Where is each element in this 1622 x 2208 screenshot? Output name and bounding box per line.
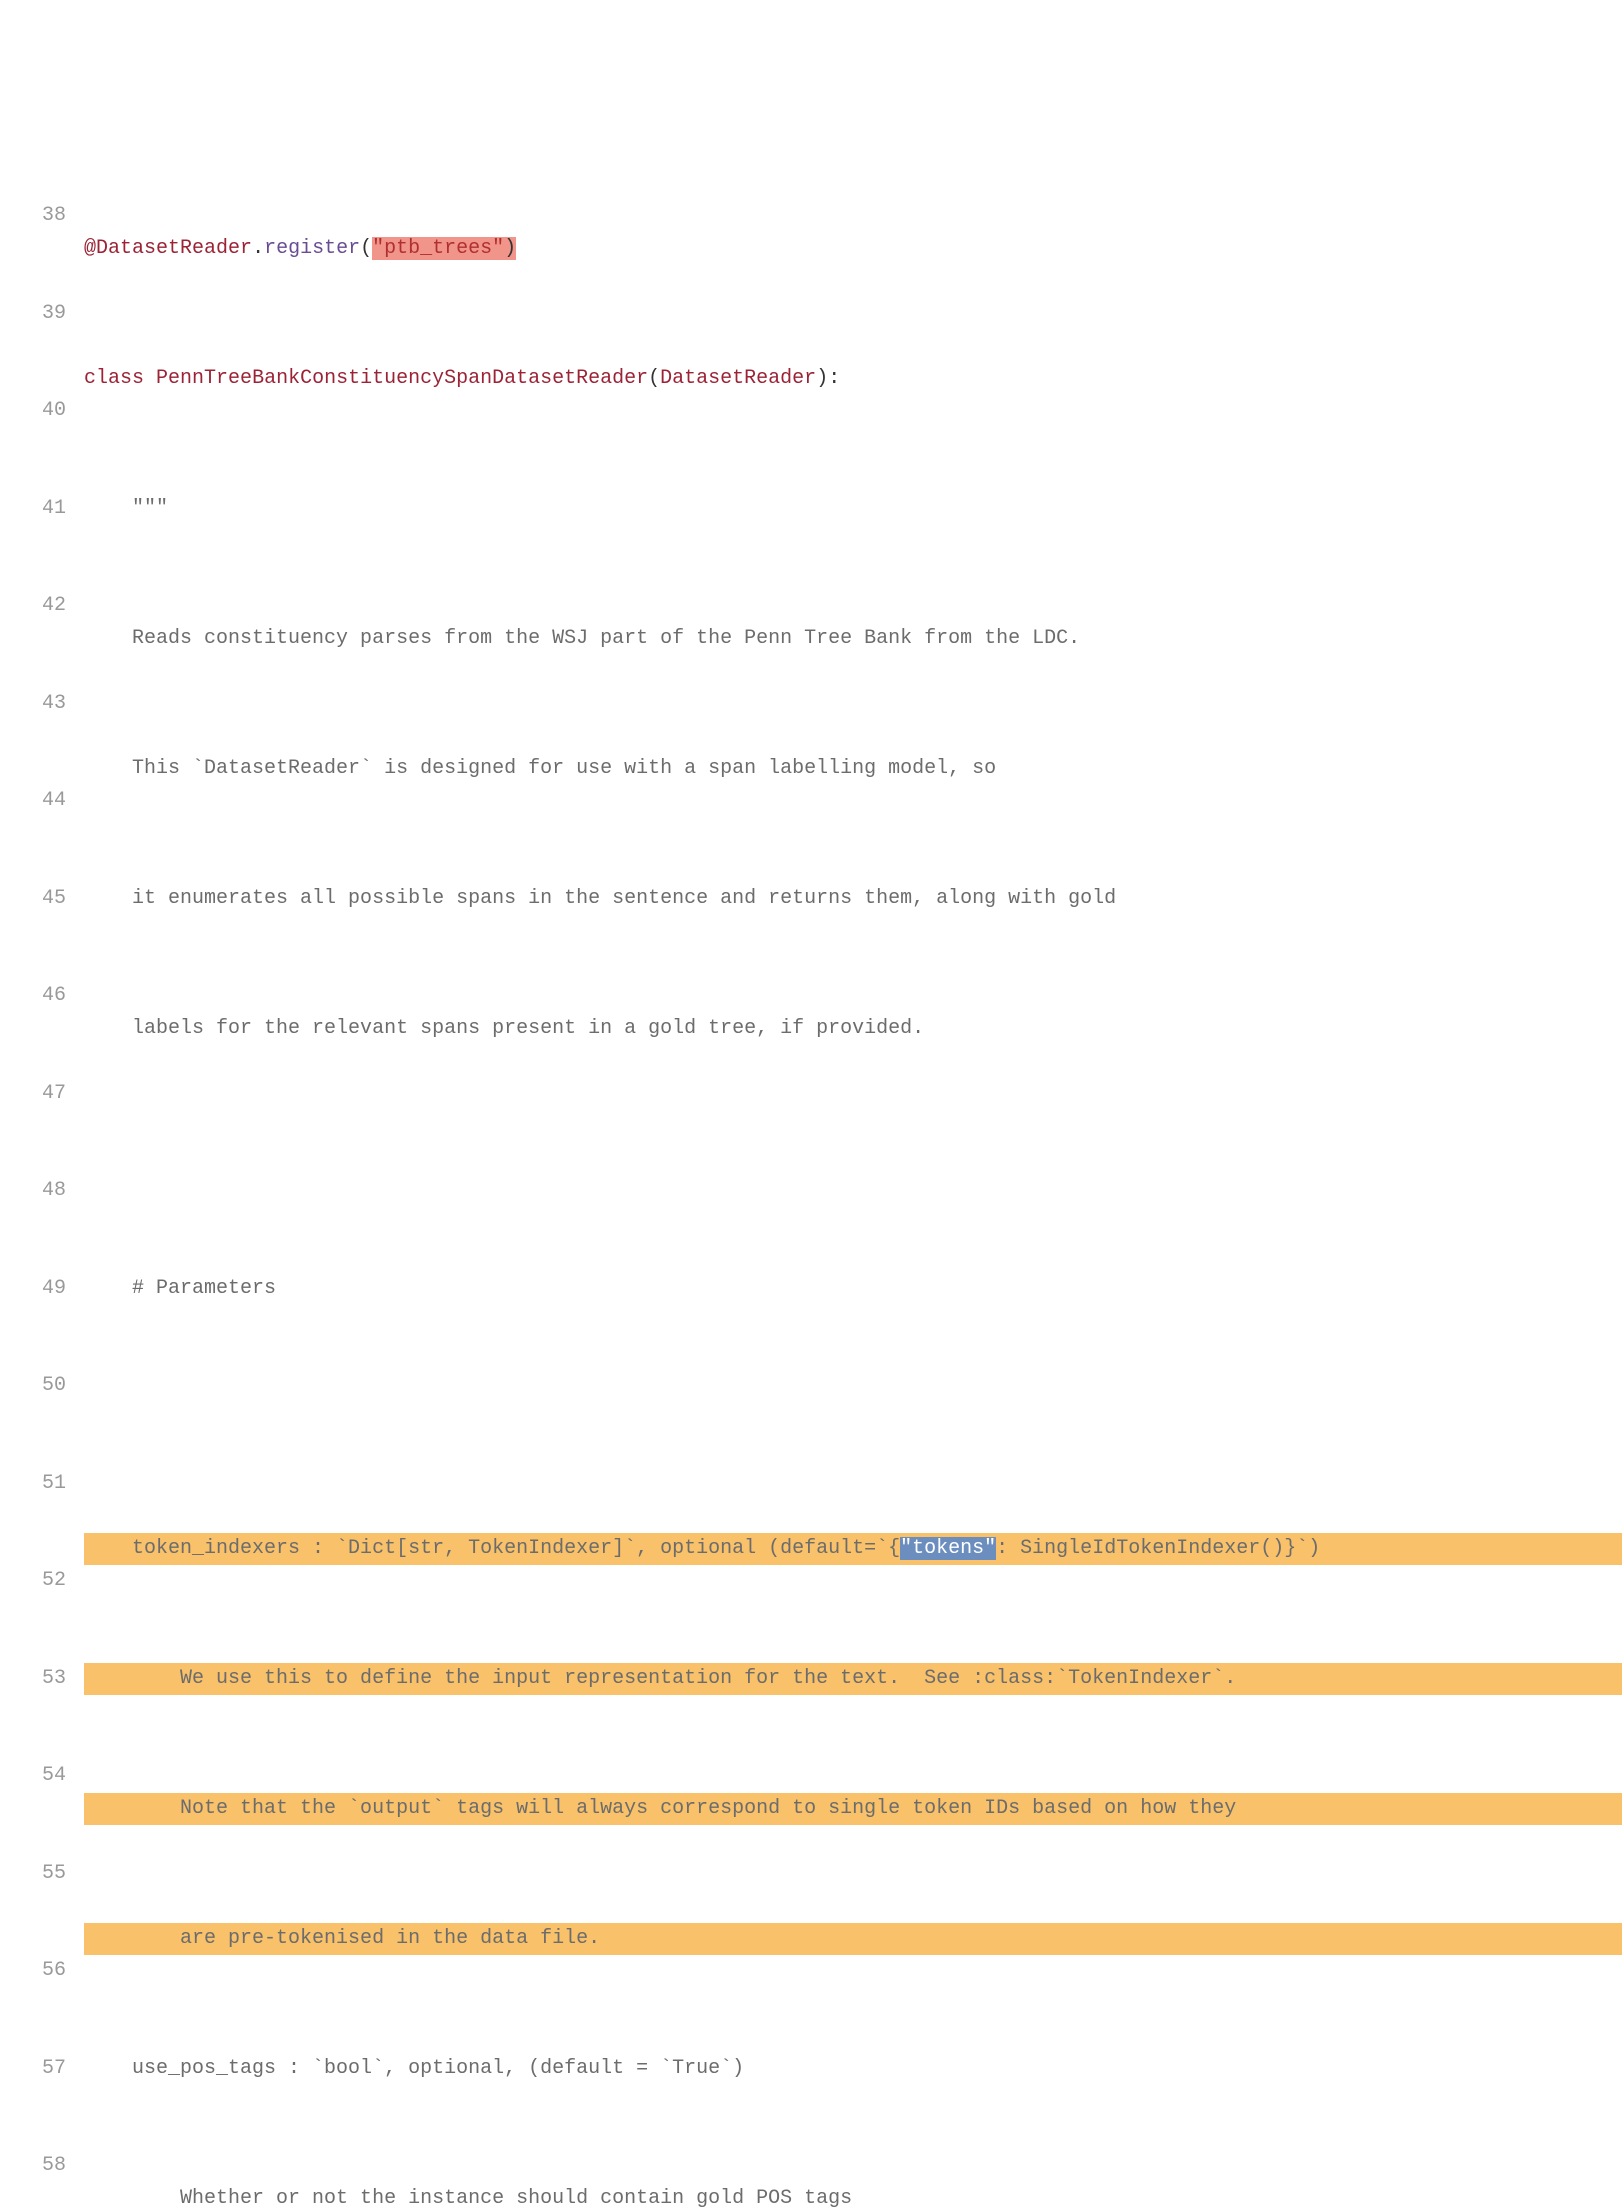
space [144,367,156,390]
keyword-class: class [84,367,144,390]
code-line[interactable]: """ [84,493,1622,526]
code-line[interactable]: are pre-tokenised in the data file. [84,1923,1622,1956]
line-number-gutter: 38 39 40 41 42 43 44 45 46 47 48 49 50 5… [0,135,84,2208]
line-number: 39 [18,298,66,331]
docstring-text: Reads constituency parses from the WSJ p… [84,627,1080,650]
line-number: 58 [18,2150,66,2183]
decorator-class: DatasetReader [96,237,252,260]
docstring-param: use_pos_tags : `bool`, optional, (defaul… [84,2057,744,2080]
line-number: 43 [18,688,66,721]
line-number: 51 [18,1468,66,1501]
line-number: 56 [18,1955,66,1988]
code-line[interactable]: @DatasetReader.register("ptb_trees") [84,233,1622,266]
line-number: 48 [18,1175,66,1208]
code-line[interactable]: labels for the relevant spans present in… [84,1013,1622,1046]
docstring-param-highlighted: We use this to define the input represen… [84,1667,1236,1690]
docstring-text: labels for the relevant spans present in… [84,1017,924,1040]
docstring-heading: # Parameters [84,1277,276,1300]
code-line[interactable]: Whether or not the instance should conta… [84,2183,1622,2208]
docstring-param-highlighted: are pre-tokenised in the data file. [84,1927,600,1950]
line-number: 41 [18,493,66,526]
text-selection: "tokens" [900,1537,996,1560]
line-number: 47 [18,1078,66,1111]
docstring-open: """ [84,497,168,520]
line-number: 38 [18,200,66,233]
code-line[interactable] [84,1143,1622,1176]
line-number: 54 [18,1760,66,1793]
dot: . [252,237,264,260]
code-line[interactable]: it enumerates all possible spans in the … [84,883,1622,916]
line-number: 53 [18,1663,66,1696]
paren-close: ) [504,237,516,260]
code-line[interactable]: # Parameters [84,1273,1622,1306]
line-number: 50 [18,1370,66,1403]
class-name: PennTreeBankConstituencySpanDatasetReade… [156,367,648,390]
paren-close-colon: ): [816,367,840,390]
docstring-text: This `DatasetReader` is designed for use… [84,757,996,780]
docstring-text: Whether or not the instance should conta… [84,2187,852,2208]
line-number: 55 [18,1858,66,1891]
code-line[interactable]: Note that the `output` tags will always … [84,1793,1622,1826]
code-line[interactable]: token_indexers : `Dict[str, TokenIndexer… [84,1533,1622,1566]
line-number: 45 [18,883,66,916]
code-line[interactable]: use_pos_tags : `bool`, optional, (defaul… [84,2053,1622,2086]
paren-open: ( [360,237,372,260]
string-literal-highlighted: "ptb_trees" [372,237,504,260]
code-line[interactable]: This `DatasetReader` is designed for use… [84,753,1622,786]
docstring-param-highlighted: token_indexers : `Dict[str, TokenIndexer… [84,1537,900,1560]
docstring-param-highlighted: : SingleIdTokenIndexer()}`) [996,1537,1320,1560]
line-number: 46 [18,980,66,1013]
decorator-at: @ [84,237,96,260]
line-number: 40 [18,395,66,428]
docstring-text: it enumerates all possible spans in the … [84,887,1116,910]
code-line[interactable]: class PennTreeBankConstituencySpanDatase… [84,363,1622,396]
code-line[interactable]: Reads constituency parses from the WSJ p… [84,623,1622,656]
paren-open: ( [648,367,660,390]
line-number: 49 [18,1273,66,1306]
base-class: DatasetReader [660,367,816,390]
line-number: 52 [18,1565,66,1598]
method-name: register [264,237,360,260]
code-area[interactable]: @DatasetReader.register("ptb_trees") cla… [84,135,1622,2208]
line-number: 57 [18,2053,66,2086]
line-number: 44 [18,785,66,818]
line-number: 42 [18,590,66,623]
code-editor[interactable]: 38 39 40 41 42 43 44 45 46 47 48 49 50 5… [0,130,1622,2208]
docstring-param-highlighted: Note that the `output` tags will always … [84,1797,1236,1820]
code-line[interactable] [84,1403,1622,1436]
code-line[interactable]: We use this to define the input represen… [84,1663,1622,1696]
